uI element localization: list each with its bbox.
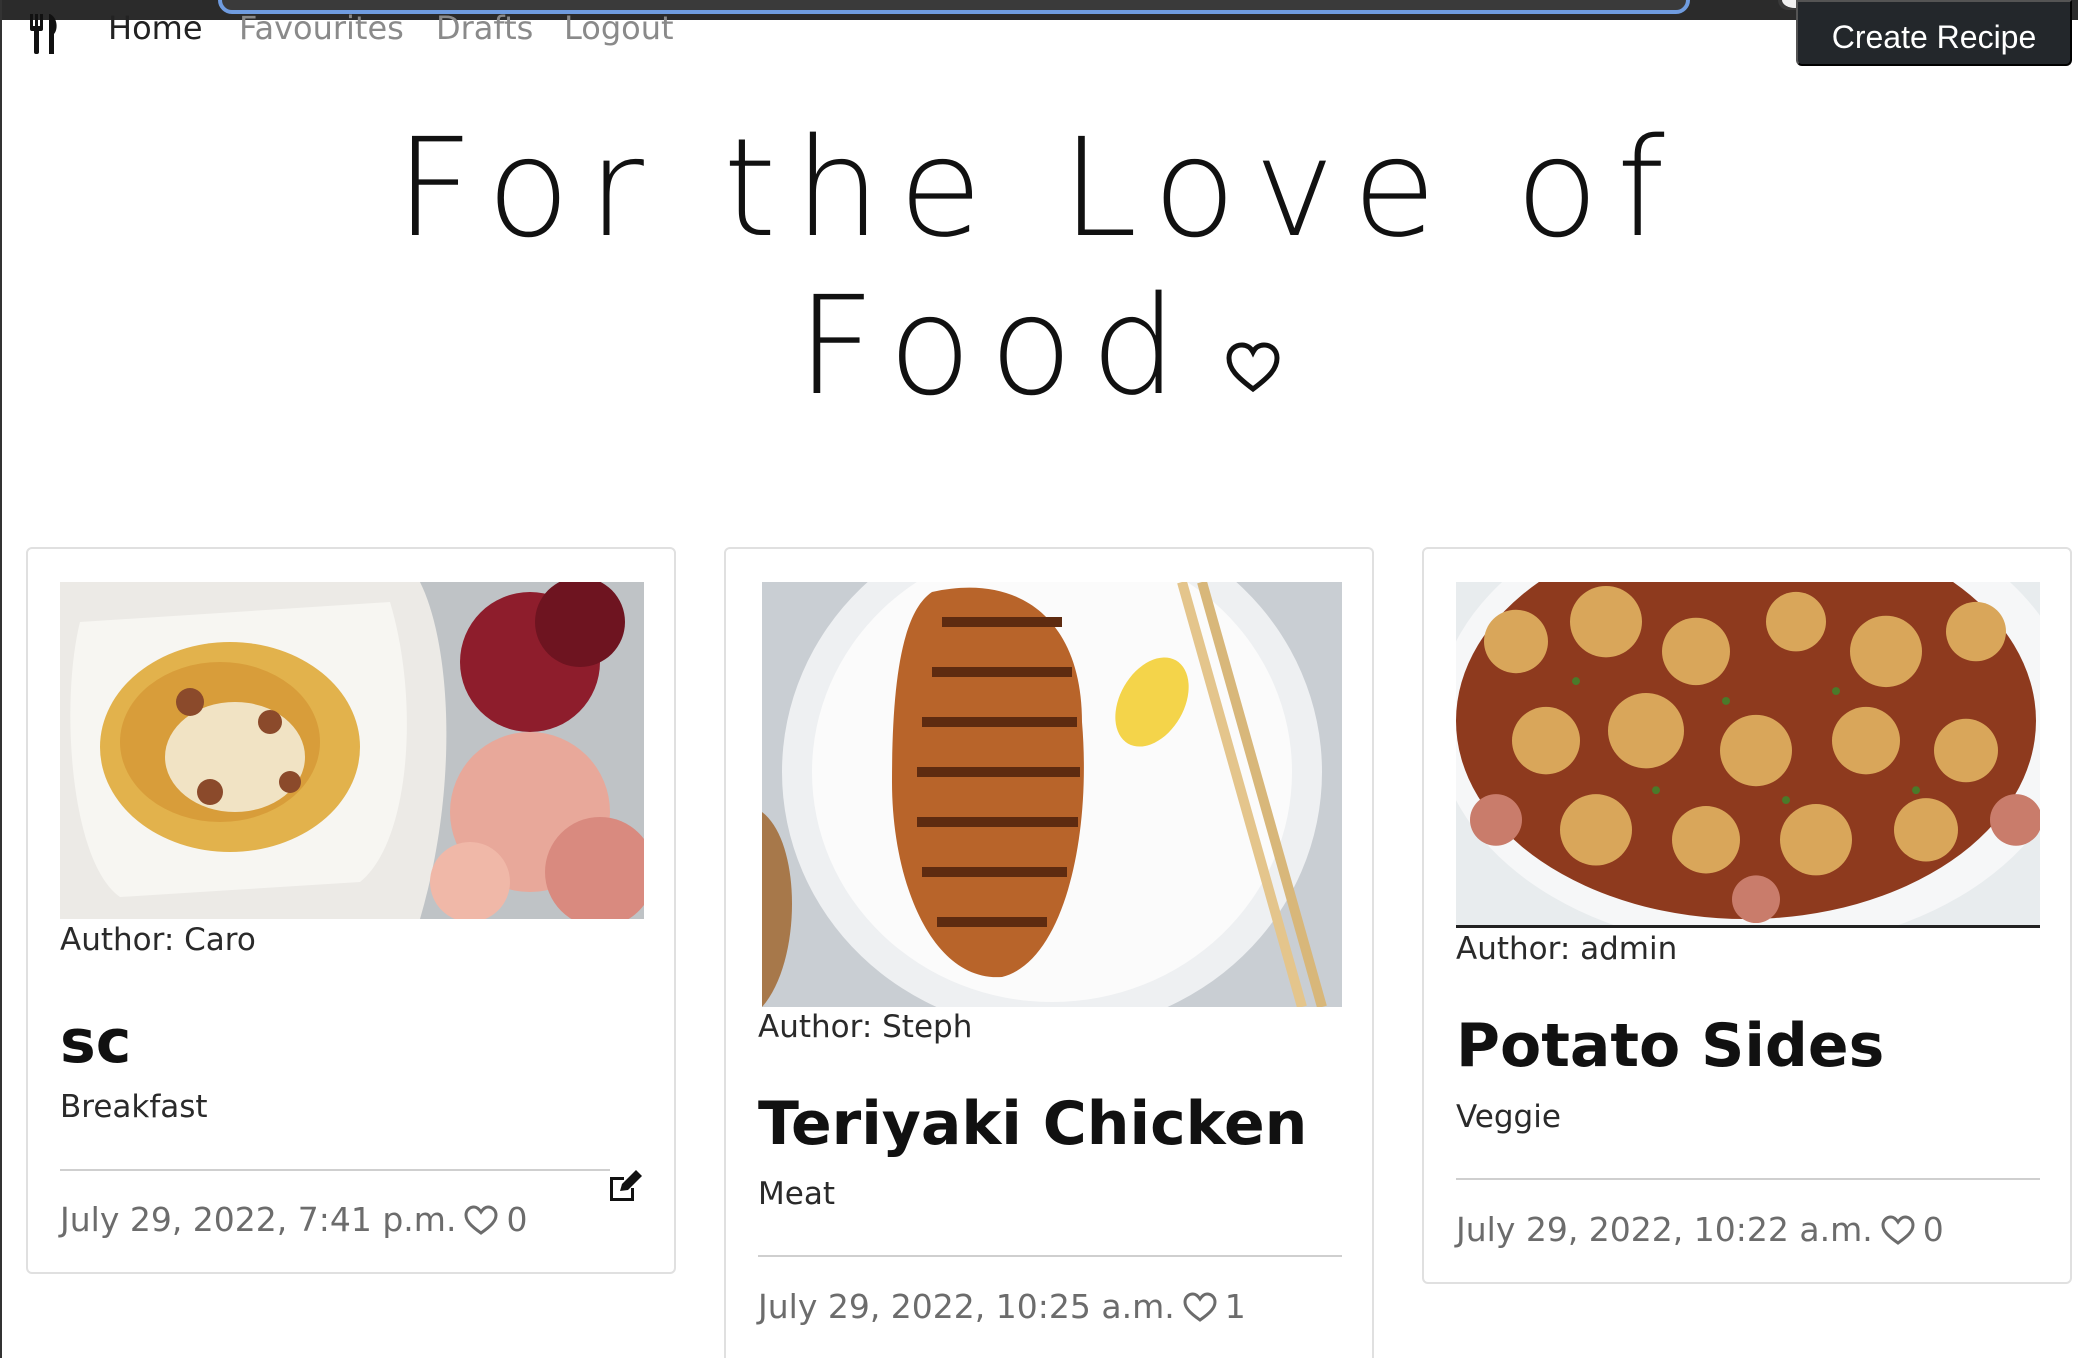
nav-link-home[interactable]: Home — [108, 8, 203, 48]
nav-link-favourites[interactable]: Favourites — [239, 8, 404, 48]
card-meta: July 29, 2022, 10:25 a.m. 1 — [758, 1287, 1246, 1326]
heart-outline-icon[interactable] — [464, 1204, 498, 1235]
recipe-card[interactable]: Author: Caro sc Breakfast July 29, 2022,… — [26, 547, 676, 1274]
roasted-potatoes-photo[interactable] — [1456, 582, 2040, 928]
card-meta: July 29, 2022, 10:22 a.m. 0 — [1456, 1210, 1944, 1249]
page-title-word: Food — [796, 268, 1196, 426]
card-author: Author: Caro — [60, 922, 256, 958]
card-category: Breakfast — [60, 1089, 208, 1125]
card-divider — [60, 1169, 610, 1171]
navbar: Home Favourites Drafts Logout Create Rec… — [0, 0, 2078, 70]
card-meta: July 29, 2022, 7:41 p.m. 0 — [60, 1200, 527, 1239]
card-divider — [758, 1255, 1342, 1257]
card-likes: 0 — [1922, 1210, 1944, 1249]
nav-link-drafts[interactable]: Drafts — [436, 8, 533, 48]
heart-outline-icon[interactable] — [1183, 1291, 1217, 1322]
teriyaki-chicken-photo[interactable] — [762, 582, 1342, 1007]
nav-link-logout[interactable]: Logout — [564, 8, 674, 48]
card-category: Veggie — [1456, 1099, 1561, 1135]
page-title-line-1: For the Love of — [395, 110, 1683, 268]
card-title[interactable]: Teriyaki Chicken — [758, 1089, 1307, 1159]
create-recipe-button[interactable]: Create Recipe — [1796, 0, 2072, 66]
card-likes: 1 — [1224, 1287, 1246, 1326]
card-title[interactable]: Potato Sides — [1456, 1011, 1884, 1081]
recipe-card[interactable]: Author: Steph Teriyaki Chicken Meat July… — [724, 547, 1374, 1358]
heart-outline-icon[interactable] — [1881, 1214, 1915, 1245]
card-date: July 29, 2022, 10:25 a.m. — [758, 1287, 1175, 1326]
card-likes: 0 — [506, 1200, 528, 1239]
card-title[interactable]: sc — [60, 1007, 131, 1077]
heart-outline-icon — [1226, 342, 1280, 393]
card-divider — [1456, 1178, 2040, 1180]
card-date: July 29, 2022, 7:41 p.m. — [60, 1200, 457, 1239]
edit-icon[interactable] — [606, 1169, 644, 1203]
pasta-carbonara-photo[interactable] — [60, 582, 644, 919]
card-date: July 29, 2022, 10:22 a.m. — [1456, 1210, 1873, 1249]
page-title-line-2: Food — [0, 268, 2078, 426]
card-author: Author: admin — [1456, 931, 1678, 967]
card-category: Meat — [758, 1176, 835, 1212]
utensils-icon[interactable] — [24, 14, 64, 54]
recipe-card[interactable]: Author: admin Potato Sides Veggie July 2… — [1422, 547, 2072, 1284]
page-title: For the Love of Food — [0, 110, 2078, 426]
card-author: Author: Steph — [758, 1009, 973, 1045]
